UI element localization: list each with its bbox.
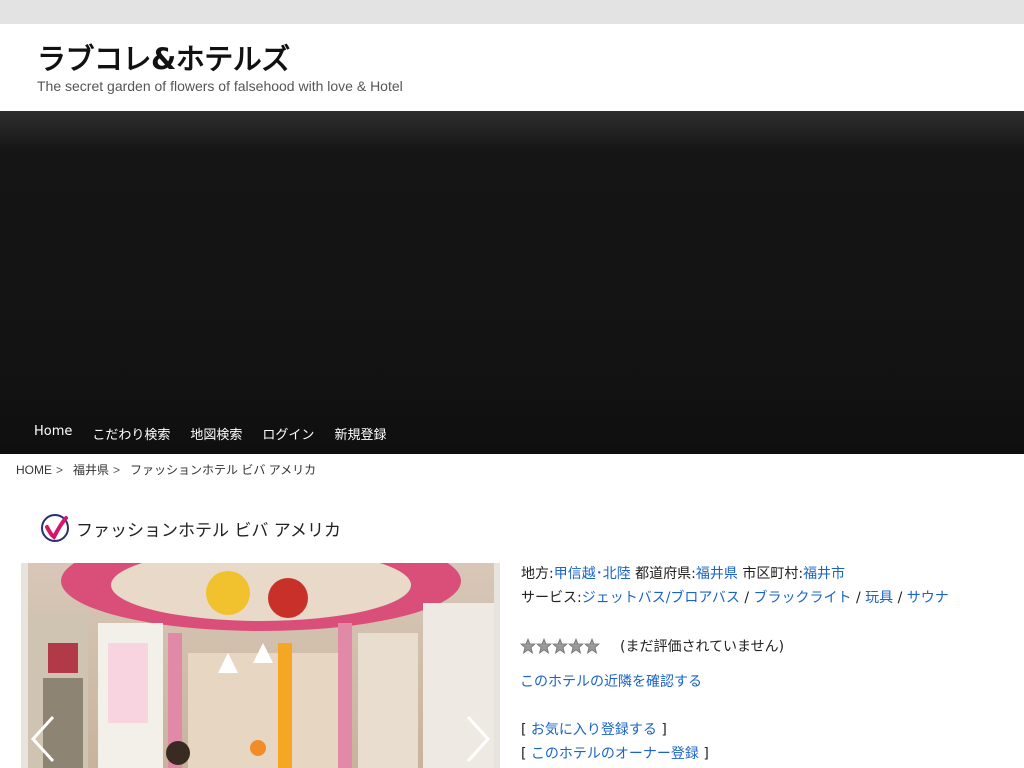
- site-title[interactable]: ラブコレ&ホテルズ: [37, 36, 290, 78]
- breadcrumb: HOME > 福井県 > ファッションホテル ビバ アメリカ: [16, 461, 316, 478]
- hotel-info: 地方:甲信越･北陸 都道府県:福井県 市区町村:福井市 サービス:ジェットバス/…: [521, 564, 949, 612]
- city-link[interactable]: 福井市: [803, 566, 845, 582]
- services-label: サービス:: [521, 590, 582, 606]
- service-link-toys[interactable]: 玩具: [865, 590, 893, 606]
- bracket-open: [: [521, 746, 527, 762]
- service-separator: /: [744, 590, 750, 606]
- hotel-photo-slider[interactable]: [21, 563, 500, 768]
- star-icon[interactable]: [568, 638, 584, 654]
- check-swoosh-icon: [41, 514, 69, 542]
- nav-map-search[interactable]: 地図検索: [190, 424, 242, 443]
- nav-login[interactable]: ログイン: [262, 424, 314, 443]
- room-illustration: [28, 563, 494, 768]
- hotel-title-row: ファッションホテル ビバ アメリカ: [40, 513, 341, 543]
- nav-detailed-search[interactable]: こだわり検索: [92, 424, 170, 443]
- page-title: ファッションホテル ビバ アメリカ: [76, 520, 341, 541]
- main-nav: Home こだわり検索 地図検索 ログイン 新規登録: [34, 424, 406, 443]
- owner-register-link[interactable]: このホテルのオーナー登録: [531, 746, 699, 762]
- chevron-left-icon[interactable]: [25, 713, 61, 765]
- services-line: サービス:ジェットバス/ブロアバス / ブラックライト / 玩具 / サウナ: [521, 588, 949, 612]
- nav-register[interactable]: 新規登録: [334, 424, 386, 443]
- rating: (まだ評価されていません): [520, 636, 784, 656]
- prefecture-label: 都道府県:: [635, 566, 696, 582]
- hero-banner: [0, 111, 1024, 454]
- service-separator: /: [897, 590, 903, 606]
- bracket-close: ]: [703, 746, 709, 762]
- nearby-link[interactable]: このホテルの近隣を確認する: [520, 674, 702, 690]
- bracket-open: [: [521, 722, 527, 738]
- service-link-sauna[interactable]: サウナ: [907, 590, 949, 606]
- nearby-section: このホテルの近隣を確認する: [520, 671, 702, 691]
- service-link-jetbath[interactable]: ジェットバス/ブロアバス: [582, 590, 740, 606]
- top-bar: [0, 0, 1024, 24]
- site-tagline: The secret garden of flowers of falsehoo…: [37, 78, 403, 94]
- star-rating[interactable]: [520, 638, 600, 654]
- favorite-line: [ お気に入り登録する ]: [521, 720, 709, 744]
- region-label: 地方:: [521, 566, 554, 582]
- star-icon[interactable]: [536, 638, 552, 654]
- breadcrumb-home[interactable]: HOME: [16, 463, 52, 477]
- rating-text: (まだ評価されていません): [620, 639, 785, 655]
- hotel-photo: [28, 563, 494, 768]
- nav-home[interactable]: Home: [34, 424, 72, 443]
- owner-line: [ このホテルのオーナー登録 ]: [521, 744, 709, 768]
- breadcrumb-separator: >: [56, 462, 64, 477]
- breadcrumb-current: ファッションホテル ビバ アメリカ: [130, 463, 317, 477]
- chevron-right-icon[interactable]: [460, 713, 496, 765]
- bracket-close: ]: [661, 722, 667, 738]
- service-link-blacklight[interactable]: ブラックライト: [754, 590, 852, 606]
- region-link[interactable]: 甲信越･北陸: [554, 566, 631, 582]
- city-label: 市区町村:: [742, 566, 804, 582]
- location-line: 地方:甲信越･北陸 都道府県:福井県 市区町村:福井市: [521, 564, 949, 588]
- prefecture-link[interactable]: 福井県: [696, 566, 738, 582]
- breadcrumb-prefecture[interactable]: 福井県: [73, 461, 109, 478]
- action-links: [ お気に入り登録する ] [ このホテルのオーナー登録 ]: [521, 720, 709, 768]
- breadcrumb-separator: >: [113, 462, 121, 477]
- star-icon[interactable]: [520, 638, 536, 654]
- add-favorite-link[interactable]: お気に入り登録する: [531, 722, 657, 738]
- service-separator: /: [855, 590, 861, 606]
- star-icon[interactable]: [552, 638, 568, 654]
- star-icon[interactable]: [584, 638, 600, 654]
